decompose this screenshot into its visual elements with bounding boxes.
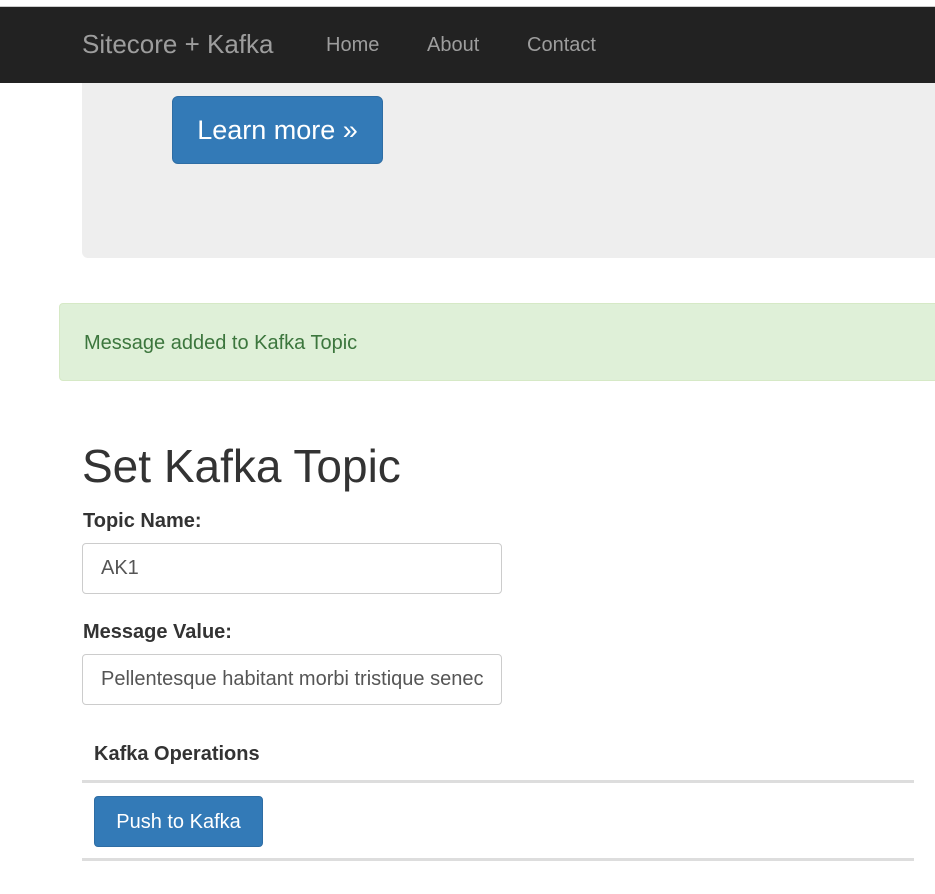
message-value-label: Message Value: — [83, 621, 232, 643]
table-header: Kafka Operations — [82, 726, 914, 783]
topic-name-input[interactable] — [82, 543, 502, 594]
page-title: Set Kafka Topic — [82, 440, 401, 492]
top-navbar: Sitecore + Kafka Home About Contact — [0, 6, 935, 83]
table-header-label: Kafka Operations — [94, 743, 260, 765]
table-row: Push to Kafka — [82, 783, 914, 861]
navbar-brand-link[interactable]: Sitecore + Kafka — [82, 29, 274, 59]
push-to-kafka-button[interactable]: Push to Kafka — [94, 796, 263, 847]
alert-message: Message added to Kafka Topic — [84, 332, 358, 354]
message-value-input[interactable] — [82, 654, 502, 705]
topic-name-label: Topic Name: — [83, 510, 202, 532]
page: Sitecore + Kafka Home About Contact Lear… — [0, 0, 935, 894]
nav-link-about[interactable]: About — [427, 33, 479, 57]
success-alert: Message added to Kafka Topic — [59, 303, 935, 381]
nav-link-home[interactable]: Home — [326, 33, 379, 57]
learn-more-button[interactable]: Learn more » — [172, 96, 383, 164]
nav-link-contact[interactable]: Contact — [527, 33, 596, 57]
